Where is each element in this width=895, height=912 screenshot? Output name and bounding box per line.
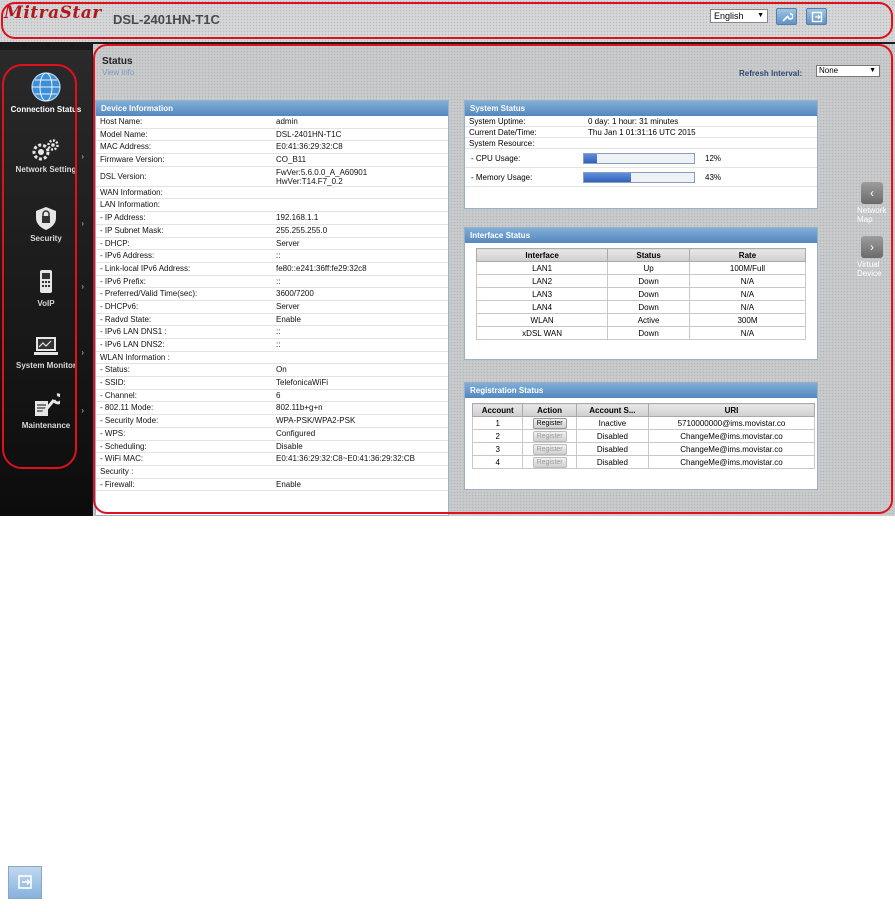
logout-button-standalone[interactable] xyxy=(8,866,42,899)
header-highlight-frame xyxy=(1,2,893,39)
chevron-right-icon: › xyxy=(81,348,84,357)
chevron-right-icon: › xyxy=(81,219,84,228)
sidebar-highlight-frame xyxy=(2,64,77,469)
chevron-right-icon: › xyxy=(81,406,84,415)
chevron-right-icon: › xyxy=(81,152,84,161)
logout-icon xyxy=(18,875,32,889)
chevron-right-icon: › xyxy=(81,282,84,291)
main-highlight-frame xyxy=(93,44,893,514)
router-ui: MitraStar DSL-2401HN-T1C English ▼ Conne… xyxy=(0,0,895,516)
